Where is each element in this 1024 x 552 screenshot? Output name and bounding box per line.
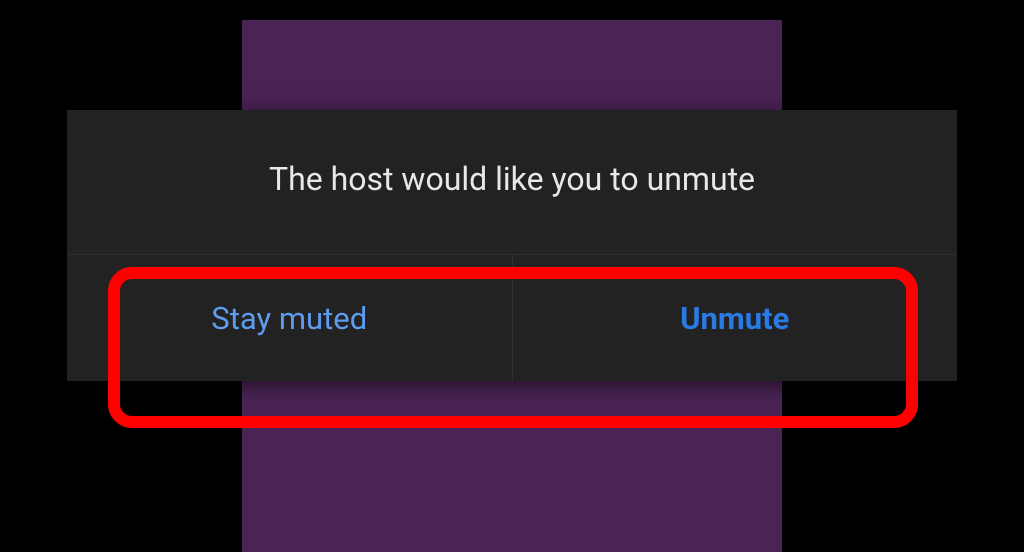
stay-muted-button[interactable]: Stay muted [67,255,512,381]
dialog-button-row: Stay muted Unmute [67,255,957,381]
unmute-request-dialog: The host would like you to unmute Stay m… [67,110,957,381]
dialog-title: The host would like you to unmute [67,110,957,255]
unmute-button[interactable]: Unmute [513,255,958,381]
